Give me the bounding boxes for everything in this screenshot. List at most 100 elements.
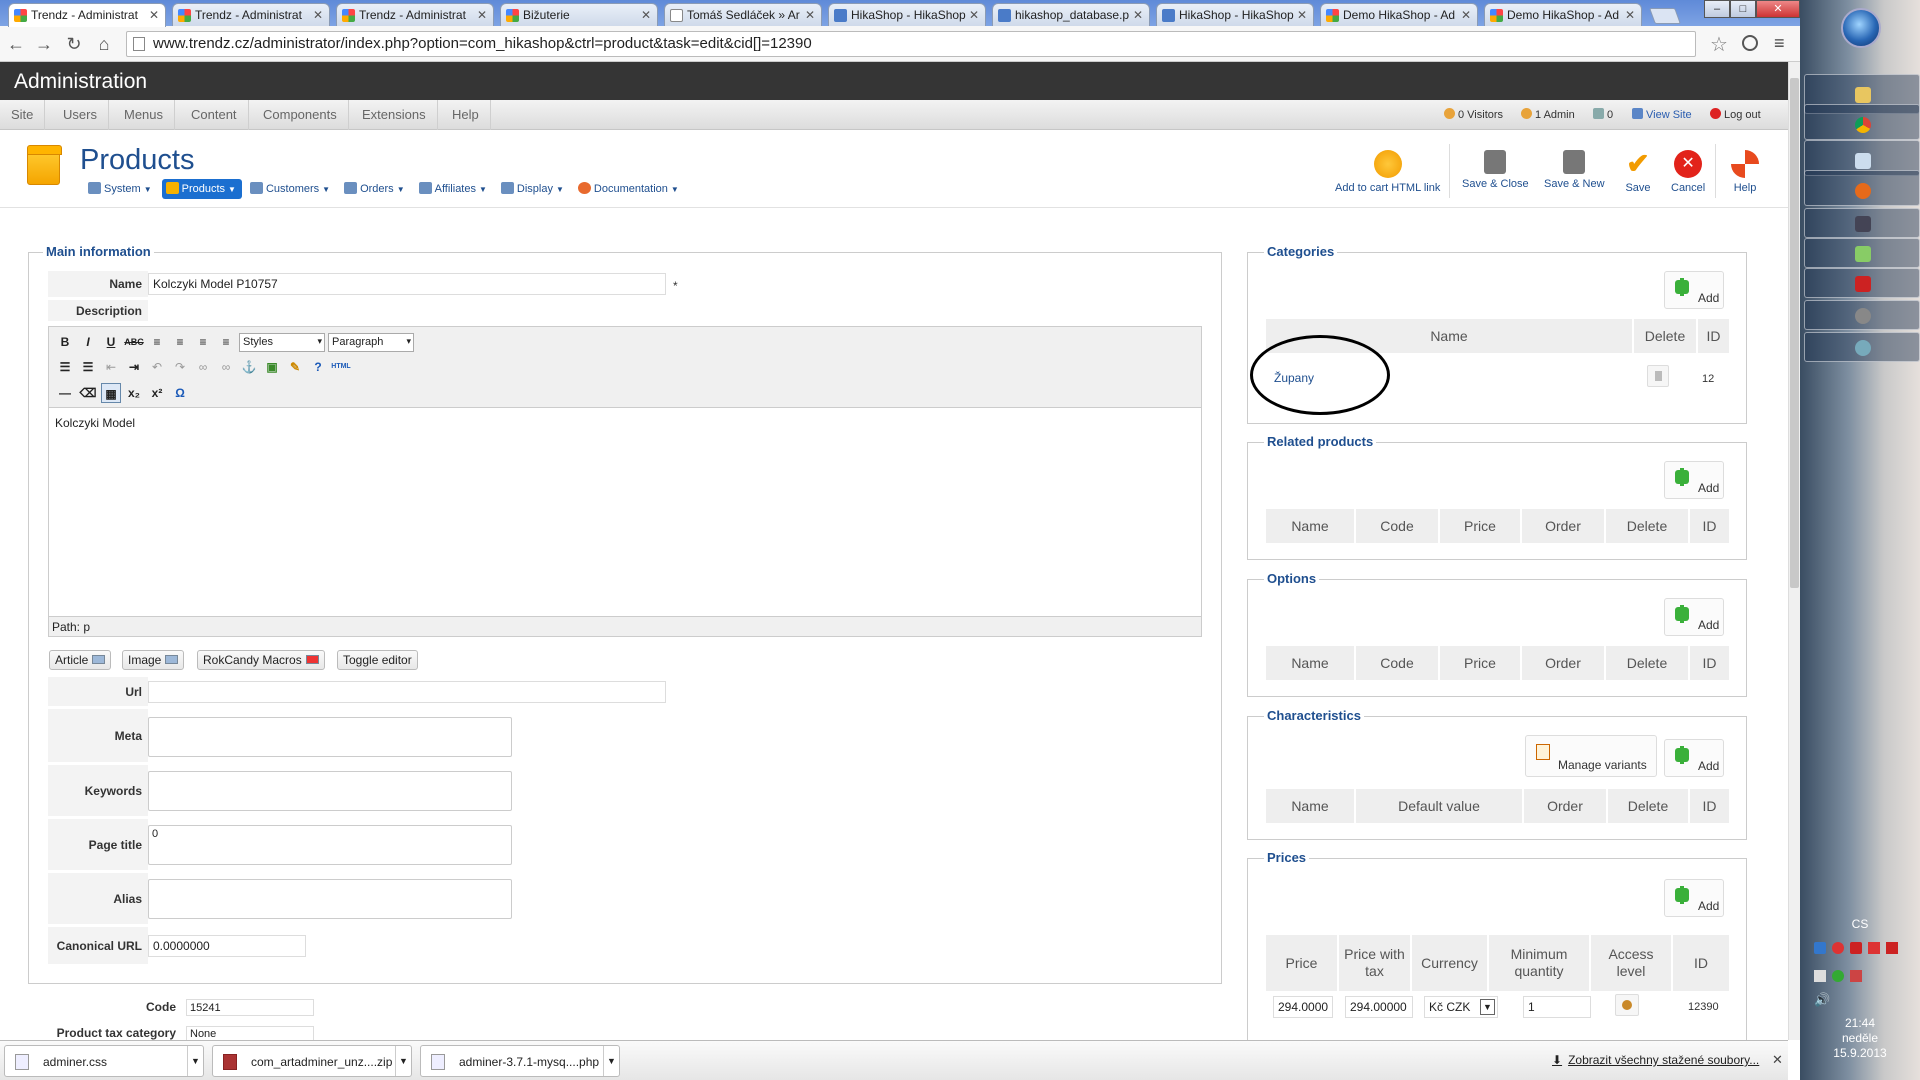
add-related-button[interactable]: Add xyxy=(1664,461,1724,499)
submenu-affiliates[interactable]: Affiliates ▼ xyxy=(415,179,493,199)
home-icon[interactable]: ⌂ xyxy=(92,32,116,56)
browser-tab[interactable]: HikaShop - HikaShop ✕ xyxy=(1156,3,1314,26)
save-button[interactable]: ✔ Save xyxy=(1624,150,1652,195)
save-close-button[interactable]: Save & Close xyxy=(1462,150,1529,190)
menu-content[interactable]: Content xyxy=(180,100,249,130)
new-tab-button[interactable] xyxy=(1649,8,1681,24)
browser-tab[interactable]: Trendz - Administrat ✕ xyxy=(172,3,330,26)
dropdown-arrow-icon[interactable]: ▼ xyxy=(395,1046,411,1076)
window-close-button[interactable]: ✕ xyxy=(1756,0,1800,18)
rokcandy-button[interactable]: RokCandy Macros xyxy=(197,650,325,670)
html-icon[interactable]: HTML xyxy=(331,357,351,377)
strikethrough-icon[interactable]: ABC xyxy=(124,332,144,352)
currency-select[interactable]: Kč CZK ▼ xyxy=(1424,996,1498,1018)
alias-field[interactable] xyxy=(148,879,512,919)
underline-icon[interactable]: U xyxy=(101,332,121,352)
minimize-button[interactable]: – xyxy=(1704,0,1730,18)
code-field[interactable] xyxy=(186,999,314,1016)
styles-select[interactable]: Styles xyxy=(239,332,325,352)
extension-icon[interactable] xyxy=(1742,35,1758,51)
outdent-icon[interactable]: ⇤ xyxy=(101,357,121,377)
align-center-icon[interactable]: ≡ xyxy=(170,332,190,352)
save-new-button[interactable]: Save & New xyxy=(1544,150,1605,190)
maximize-button[interactable]: □ xyxy=(1730,0,1756,18)
taskbar-item[interactable] xyxy=(1804,170,1920,206)
menu-components[interactable]: Components xyxy=(252,100,349,130)
close-tab-icon[interactable]: ✕ xyxy=(1133,8,1143,22)
browser-tab[interactable]: Demo HikaShop - Ad ✕ xyxy=(1484,3,1642,26)
browser-tab[interactable]: Trendz - Administrat ✕ xyxy=(8,3,166,27)
logout-link[interactable]: Log out xyxy=(1710,108,1761,121)
redo-icon[interactable]: ↷ xyxy=(170,357,190,377)
browser-tab[interactable]: hikashop_database.p ✕ xyxy=(992,3,1150,26)
submenu-orders[interactable]: Orders ▼ xyxy=(340,179,411,199)
special-char-icon[interactable]: Ω xyxy=(170,383,190,403)
add-characteristic-button[interactable]: Add xyxy=(1664,739,1724,777)
numbered-list-icon[interactable]: ☰ xyxy=(78,357,98,377)
view-site-link[interactable]: View Site xyxy=(1632,108,1692,121)
security-icon[interactable] xyxy=(1832,970,1844,982)
undo-icon[interactable]: ↶ xyxy=(147,357,167,377)
menu-extensions[interactable]: Extensions xyxy=(351,100,438,130)
taskbar-item[interactable] xyxy=(1804,208,1920,238)
superscript-icon[interactable]: x² xyxy=(147,383,167,403)
italic-icon[interactable]: I xyxy=(78,332,98,352)
bookmark-star-icon[interactable]: ☆ xyxy=(1710,32,1728,57)
forward-icon[interactable]: → xyxy=(32,32,56,56)
close-tab-icon[interactable]: ✕ xyxy=(1625,8,1635,22)
clock-time[interactable]: 21:44 xyxy=(1800,1016,1920,1030)
access-level-button[interactable] xyxy=(1615,994,1639,1016)
page-title-field[interactable]: 0 xyxy=(148,825,512,865)
browser-tab[interactable]: Demo HikaShop - Ad ✕ xyxy=(1320,3,1478,26)
align-right-icon[interactable]: ≡ xyxy=(193,332,213,352)
cleanup-icon[interactable]: ✎ xyxy=(285,357,305,377)
submenu-system[interactable]: System ▼ xyxy=(84,179,158,199)
close-tab-icon[interactable]: ✕ xyxy=(477,8,487,22)
submenu-documentation[interactable]: Documentation ▼ xyxy=(574,179,685,199)
tray-app-icon[interactable] xyxy=(1850,970,1862,982)
cancel-button[interactable]: ✕ Cancel xyxy=(1671,150,1705,194)
taskbar-item[interactable] xyxy=(1804,300,1920,330)
close-tab-icon[interactable]: ✕ xyxy=(641,8,651,22)
keywords-field[interactable] xyxy=(148,771,512,811)
format-select[interactable]: Paragraph xyxy=(328,332,414,352)
taskbar-item[interactable] xyxy=(1804,104,1920,140)
browser-tab[interactable]: Bižuterie ✕ xyxy=(500,3,658,26)
horizontal-rule-icon[interactable]: — xyxy=(55,383,75,403)
download-item[interactable]: adminer.css ▼ xyxy=(4,1045,204,1077)
taskbar-item[interactable] xyxy=(1804,268,1920,298)
add-category-button[interactable]: Add xyxy=(1664,271,1724,309)
remove-format-icon[interactable]: ⌫ xyxy=(78,383,98,403)
download-item[interactable]: com_artadminer_unz....zip ▼ xyxy=(212,1045,412,1077)
link-icon[interactable]: ∞ xyxy=(193,357,213,377)
volume-icon[interactable]: 🔊 xyxy=(1814,992,1830,1008)
tray-app-icon[interactable] xyxy=(1814,942,1826,954)
signal-icon[interactable] xyxy=(1814,970,1826,982)
submenu-customers[interactable]: Customers ▼ xyxy=(246,179,336,199)
windows-start-icon[interactable] xyxy=(1841,8,1881,48)
align-left-icon[interactable]: ≡ xyxy=(147,332,167,352)
delete-category-button[interactable] xyxy=(1647,365,1669,387)
menu-menus[interactable]: Menus xyxy=(113,100,176,130)
back-icon[interactable]: ← xyxy=(4,32,28,56)
close-tab-icon[interactable]: ✕ xyxy=(1297,8,1307,22)
price-with-tax-input[interactable] xyxy=(1345,996,1413,1018)
toggle-editor-button[interactable]: Toggle editor xyxy=(337,650,418,670)
browser-tab[interactable]: Trendz - Administrat ✕ xyxy=(336,3,494,26)
help-icon[interactable]: ? xyxy=(308,357,328,377)
tray-app-icon[interactable] xyxy=(1886,942,1898,954)
reload-icon[interactable]: ↻ xyxy=(62,32,86,56)
add-option-button[interactable]: Add xyxy=(1664,598,1724,636)
dropdown-arrow-icon[interactable]: ▼ xyxy=(187,1046,203,1076)
subscript-icon[interactable]: x₂ xyxy=(124,383,144,403)
url-input[interactable]: www.trendz.cz/administrator/index.php?op… xyxy=(126,31,1696,57)
tray-app-icon[interactable] xyxy=(1832,942,1844,954)
submenu-products[interactable]: Products ▼ xyxy=(161,179,242,199)
browser-tab[interactable]: HikaShop - HikaShop ✕ xyxy=(828,3,986,26)
close-tab-icon[interactable]: ✕ xyxy=(313,8,323,22)
submenu-display[interactable]: Display ▼ xyxy=(497,179,570,199)
show-all-downloads-link[interactable]: ⬇ Zobrazit všechny stažené soubory... xyxy=(1552,1053,1759,1067)
url-field[interactable] xyxy=(148,681,666,703)
download-item[interactable]: adminer-3.7.1-mysq....php ▼ xyxy=(420,1045,620,1077)
page-scrollbar[interactable] xyxy=(1788,62,1800,1040)
